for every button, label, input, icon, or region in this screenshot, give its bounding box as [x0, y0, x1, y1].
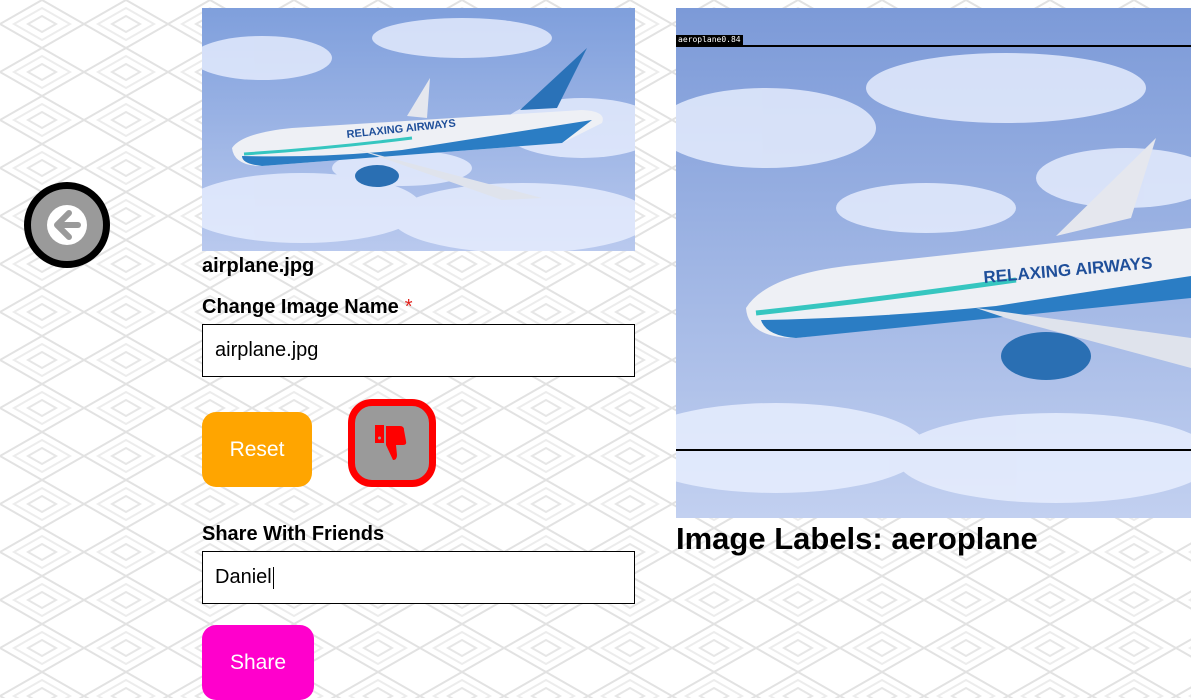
change-name-label: Change Image Name *	[202, 296, 413, 319]
detection-box-bottom	[676, 449, 1191, 451]
back-button[interactable]	[24, 182, 110, 268]
image-name-input[interactable]: airplane.jpg	[202, 324, 635, 377]
detection-box-top	[676, 45, 1191, 47]
text-caret	[272, 566, 274, 589]
thumbs-down-icon	[375, 425, 407, 460]
change-name-label-text: Change Image Name	[202, 296, 399, 318]
image-name-value: airplane.jpg	[215, 339, 319, 361]
share-button[interactable]: Share	[202, 625, 314, 700]
image-thumbnail: RELAXING AIRWAYS	[202, 8, 635, 251]
image-labels-heading: Image Labels: aeroplane	[676, 521, 1038, 556]
dislike-button[interactable]	[348, 399, 436, 487]
image-file-name: airplane.jpg	[202, 255, 315, 277]
share-friends-input[interactable]: Daniel	[202, 551, 635, 604]
detection-preview: RELAXING AIRWAYS aeroplane0.84	[676, 8, 1191, 518]
detection-tag: aeroplane0.84	[676, 35, 743, 45]
arrow-left-icon	[47, 205, 87, 245]
reset-button[interactable]: Reset	[202, 412, 312, 487]
share-friends-value: Daniel	[215, 566, 272, 588]
share-label: Share With Friends	[202, 523, 385, 545]
required-marker: *	[404, 296, 413, 318]
